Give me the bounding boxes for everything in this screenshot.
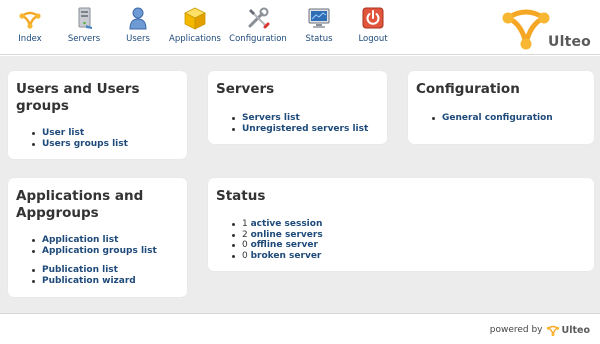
status-item-offline-servers: 0 offline server bbox=[232, 240, 323, 251]
nav-users-label: Users bbox=[126, 34, 150, 44]
users-card: Users and Users groups User list Users g… bbox=[8, 71, 187, 159]
ulteo-small-logo-icon bbox=[546, 325, 559, 337]
applications-card-title: Applications and Appgroups bbox=[16, 188, 144, 221]
unregistered-servers-list-link[interactable]: Unregistered servers list bbox=[242, 124, 368, 134]
list-item: Users groups list bbox=[32, 139, 128, 150]
status-item-active-sessions: 1 active session bbox=[232, 219, 323, 230]
status-count: 0 bbox=[242, 240, 248, 250]
nav-logout[interactable]: Logout bbox=[343, 6, 403, 52]
status-count: 2 bbox=[242, 229, 248, 240]
status-count: 0 bbox=[242, 250, 248, 261]
nav-servers-label: Servers bbox=[67, 34, 101, 44]
applications-card: Applications and Appgroups Application l… bbox=[8, 178, 187, 297]
list-item: Servers list bbox=[232, 113, 368, 124]
status-card-title: Status bbox=[216, 188, 266, 204]
powered-by: powered by Ulteo bbox=[490, 323, 590, 337]
nav-configuration-label: Configuration bbox=[229, 34, 287, 44]
server-icon bbox=[78, 7, 92, 29]
status-count: 1 bbox=[242, 219, 248, 229]
status-list: 1 active session 2 online servers 0 offl… bbox=[232, 219, 323, 261]
servers-card: Servers Servers list Unregistered server… bbox=[208, 71, 387, 144]
footer: powered by Ulteo bbox=[0, 313, 600, 344]
main-content: Users and Users groups User list Users g… bbox=[0, 56, 600, 313]
servers-list-link[interactable]: Servers list bbox=[242, 113, 300, 123]
servers-links-list: Servers list Unregistered servers list bbox=[232, 113, 368, 134]
nav-servers[interactable]: Servers bbox=[54, 6, 114, 52]
offline-server-link[interactable]: offline server bbox=[251, 240, 318, 250]
user-list-link[interactable]: User list bbox=[42, 128, 84, 138]
ulteo-logo-icon bbox=[502, 9, 550, 50]
top-navigation-bar: Index Servers Users Applications Configu… bbox=[0, 0, 600, 55]
nav-applications-label: Applications bbox=[169, 34, 221, 44]
status-item-broken-servers: 0 broken server bbox=[232, 251, 323, 262]
online-servers-link[interactable]: online servers bbox=[251, 230, 323, 240]
applications-links-list: Application list Application groups list bbox=[32, 235, 157, 256]
list-item: Unregistered servers list bbox=[232, 124, 368, 135]
ulteo-index-icon bbox=[19, 11, 41, 29]
application-list-link[interactable]: Application list bbox=[42, 235, 118, 245]
application-groups-list-link[interactable]: Application groups list bbox=[42, 246, 157, 256]
servers-card-title: Servers bbox=[216, 81, 275, 97]
applications-cube-icon bbox=[184, 7, 206, 30]
users-groups-list-link[interactable]: Users groups list bbox=[42, 139, 128, 149]
nav-applications[interactable]: Applications bbox=[165, 6, 225, 52]
list-item: User list bbox=[32, 128, 128, 139]
tools-icon bbox=[248, 7, 270, 29]
status-card: Status 1 active session 2 online servers… bbox=[208, 178, 594, 271]
configuration-links-list: General configuration bbox=[432, 113, 553, 124]
configuration-card: Configuration General configuration bbox=[408, 71, 594, 144]
nav-users[interactable]: Users bbox=[108, 6, 168, 52]
list-item: General configuration bbox=[432, 113, 553, 124]
nav-index-label: Index bbox=[18, 34, 42, 44]
publication-links-list: Publication list Publication wizard bbox=[32, 265, 136, 286]
broken-server-link[interactable]: broken server bbox=[251, 251, 322, 261]
logo-text: Ulteo bbox=[548, 34, 591, 50]
general-configuration-link[interactable]: General configuration bbox=[442, 113, 553, 123]
publication-wizard-link[interactable]: Publication wizard bbox=[42, 276, 136, 286]
list-item: Publication list bbox=[32, 265, 136, 276]
nav-configuration[interactable]: Configuration bbox=[228, 6, 288, 52]
nav-index[interactable]: Index bbox=[0, 6, 60, 52]
ulteo-logo: Ulteo bbox=[500, 4, 592, 52]
nav-status-label: Status bbox=[305, 34, 333, 44]
monitor-icon bbox=[308, 8, 330, 28]
footer-brand: Ulteo bbox=[561, 324, 590, 336]
users-links-list: User list Users groups list bbox=[32, 128, 128, 149]
status-item-online-servers: 2 online servers bbox=[232, 230, 323, 241]
active-session-link[interactable]: active session bbox=[251, 219, 323, 229]
configuration-card-title: Configuration bbox=[416, 81, 520, 97]
list-item: Application groups list bbox=[32, 246, 157, 257]
power-icon bbox=[362, 7, 384, 29]
user-icon bbox=[129, 7, 147, 30]
nav-logout-label: Logout bbox=[358, 34, 388, 44]
list-item: Publication wizard bbox=[32, 276, 136, 287]
nav-status[interactable]: Status bbox=[289, 6, 349, 52]
list-item: Application list bbox=[32, 235, 157, 246]
users-card-title: Users and Users groups bbox=[16, 81, 140, 114]
powered-by-text: powered by bbox=[489, 325, 543, 335]
publication-list-link[interactable]: Publication list bbox=[42, 265, 118, 275]
